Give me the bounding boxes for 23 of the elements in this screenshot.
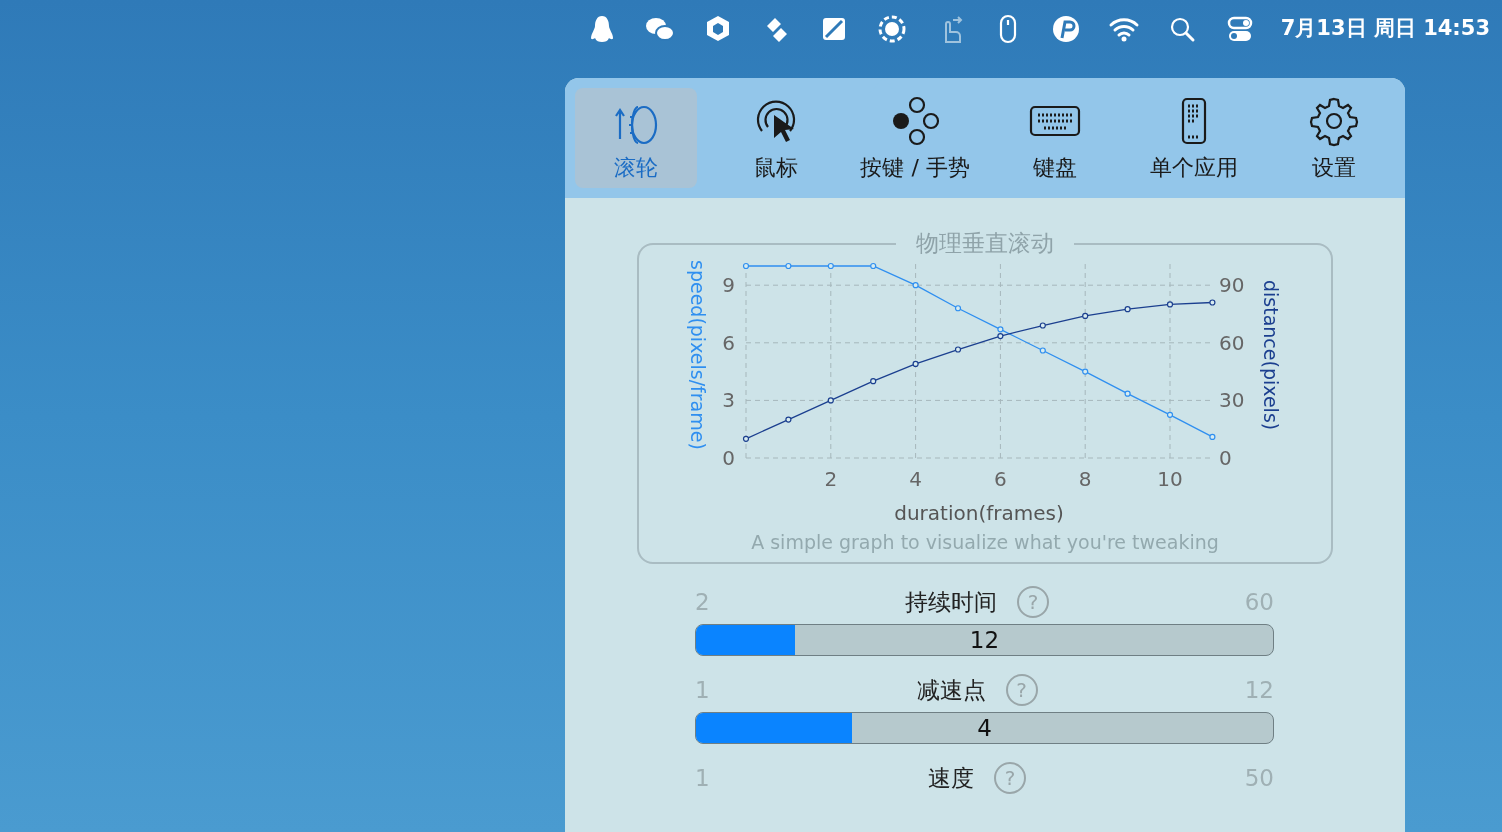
x-tick-label: 6 [994, 466, 1007, 491]
y-tick-label: 0 [722, 445, 735, 470]
y-tick-label: 60 [1219, 330, 1245, 355]
slider-label: 速度 [928, 763, 975, 793]
y-tick-label: 6 [722, 330, 735, 355]
y-tick-label: 3 [722, 388, 735, 412]
slider-label: 持续时间 [905, 587, 998, 617]
graph-caption: A simple graph to visualize what you're tweaking [750, 529, 1220, 555]
y-tick-label: 0 [1219, 445, 1232, 470]
y-axis-title: speed(pixels/frame) [687, 259, 709, 450]
slider-value: 4 [977, 714, 992, 744]
x-axis-title: duration(frames) [894, 500, 1064, 525]
group-title: 物理垂直滚动 [915, 230, 1055, 258]
slider-label: 减速点 [916, 675, 986, 705]
y-tick-label: 30 [1219, 388, 1245, 412]
y-tick-label: 9 [722, 272, 735, 297]
x-tick-label: 8 [1078, 466, 1092, 491]
y-axis-title: distance(pixels) [1260, 279, 1282, 430]
x-tick-label: 2 [824, 466, 838, 491]
slider-value: 12 [969, 626, 1000, 656]
y-tick-label: 90 [1219, 272, 1245, 297]
x-tick-label: 10 [1157, 466, 1183, 491]
x-tick-label: 4 [909, 466, 922, 491]
